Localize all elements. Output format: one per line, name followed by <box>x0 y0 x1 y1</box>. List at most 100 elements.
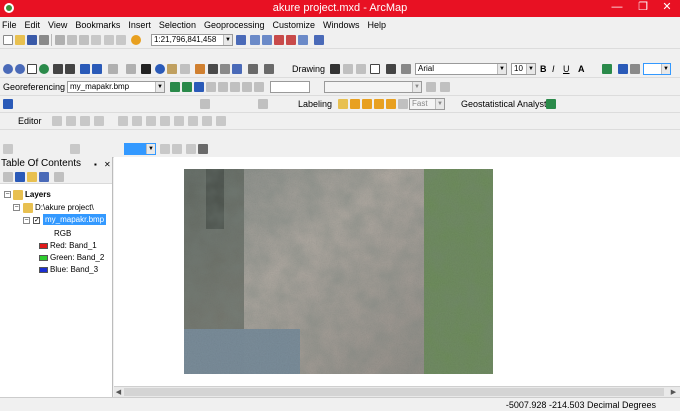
full-extent-icon[interactable] <box>39 64 49 74</box>
delete-icon[interactable] <box>91 35 101 45</box>
georef-layer-combo[interactable]: my_mapakr.bmp ▼ <box>67 81 165 93</box>
print-icon[interactable] <box>39 35 49 45</box>
italic-button[interactable]: I <box>552 64 555 74</box>
scale-georef-icon[interactable] <box>194 82 204 92</box>
identify-raster-icon[interactable] <box>258 99 268 109</box>
maximize-button[interactable]: ❐ <box>632 0 654 17</box>
label-priority-icon[interactable] <box>350 99 360 109</box>
view-link-table-icon[interactable] <box>254 82 264 92</box>
time-slider-icon[interactable] <box>248 64 258 74</box>
add-data-icon[interactable] <box>131 35 141 45</box>
georef-input-field[interactable] <box>270 81 310 93</box>
line-color-icon[interactable] <box>618 64 628 74</box>
scroll-thumb[interactable] <box>124 388 664 396</box>
brightness-icon[interactable] <box>172 144 182 154</box>
swipe-icon[interactable] <box>70 144 80 154</box>
select-arrow-icon[interactable] <box>330 64 340 74</box>
add-control-points-icon[interactable] <box>206 82 216 92</box>
georef-options-icon[interactable] <box>426 82 436 92</box>
contrast-icon[interactable] <box>160 144 170 154</box>
pause-labeling-icon[interactable] <box>386 99 396 109</box>
transformation-combo[interactable]: ▼ <box>324 81 422 93</box>
menu-bookmarks[interactable]: Bookmarks <box>75 20 120 30</box>
map-display[interactable] <box>114 157 680 386</box>
flicker-icon[interactable] <box>198 144 208 154</box>
collapse-layer-icon[interactable]: − <box>23 217 30 224</box>
select-elements-icon[interactable] <box>141 64 151 74</box>
view-unplaced-icon[interactable] <box>398 99 408 109</box>
effects-layer-icon[interactable] <box>3 144 13 154</box>
cut-polygons-icon[interactable] <box>146 116 156 126</box>
menu-insert[interactable]: Insert <box>128 20 151 30</box>
underline-button[interactable]: U <box>563 64 570 74</box>
back-icon[interactable] <box>80 64 90 74</box>
go-to-xy-icon[interactable] <box>232 64 242 74</box>
fixed-zoom-out-icon[interactable] <box>65 64 75 74</box>
new-document-icon[interactable] <box>3 35 13 45</box>
edit-vertices-icon[interactable] <box>118 116 128 126</box>
editor-menu[interactable]: Editor <box>18 116 42 126</box>
label-weight-icon[interactable] <box>362 99 372 109</box>
menu-edit[interactable]: Edit <box>25 20 41 30</box>
zoom-whole-page-icon[interactable] <box>356 64 366 74</box>
reshape-feature-icon[interactable] <box>132 116 142 126</box>
scale-combo[interactable]: 1:21,796,841,458 ▼ <box>151 34 233 46</box>
label-manager-icon[interactable] <box>338 99 348 109</box>
open-folder-icon[interactable] <box>15 35 25 45</box>
zoom-out-icon[interactable] <box>15 64 25 74</box>
list-by-selection-icon[interactable] <box>39 172 49 182</box>
edit-annotation-icon[interactable] <box>66 116 76 126</box>
copy-icon[interactable] <box>67 35 77 45</box>
split-icon[interactable] <box>160 116 170 126</box>
collapse-folder-icon[interactable]: − <box>13 204 20 211</box>
save-icon[interactable] <box>27 35 37 45</box>
horizontal-scrollbar[interactable]: ◀ ▶ <box>114 386 680 397</box>
find-icon[interactable] <box>208 64 218 74</box>
shift-georef-icon[interactable] <box>182 82 192 92</box>
sketch-properties-icon[interactable] <box>202 116 212 126</box>
model-builder-icon[interactable] <box>314 35 324 45</box>
catalog-window-icon[interactable] <box>262 35 272 45</box>
python-window-icon[interactable] <box>298 35 308 45</box>
select-link-icon[interactable] <box>218 82 228 92</box>
pan-icon[interactable] <box>27 64 37 74</box>
rotate-icon[interactable] <box>343 64 353 74</box>
paste-icon[interactable] <box>79 35 89 45</box>
menu-geoprocessing[interactable]: Geoprocessing <box>204 20 265 30</box>
scroll-right-icon[interactable]: ▶ <box>669 388 678 397</box>
find-route-icon[interactable] <box>220 64 230 74</box>
reshape-icon[interactable] <box>200 99 210 109</box>
menu-file[interactable]: File <box>2 20 17 30</box>
measure-icon[interactable] <box>195 64 205 74</box>
drawing-menu[interactable]: Drawing <box>292 64 325 74</box>
attributes-icon[interactable] <box>188 116 198 126</box>
identify-icon[interactable] <box>155 64 165 74</box>
minimize-button[interactable]: — <box>606 0 628 17</box>
arctoolbox-icon[interactable] <box>286 35 296 45</box>
trace-icon[interactable] <box>94 116 104 126</box>
georef-viewer-icon[interactable] <box>440 82 450 92</box>
rotate-feature-icon[interactable] <box>174 116 184 126</box>
list-by-visibility-icon[interactable] <box>27 172 37 182</box>
list-by-source-icon[interactable] <box>15 172 25 182</box>
search-window-icon[interactable] <box>274 35 284 45</box>
list-by-drawing-order-icon[interactable] <box>3 172 13 182</box>
layer-name-label[interactable]: my_mapakr.bmp <box>43 214 107 225</box>
menu-customize[interactable]: Customize <box>273 20 316 30</box>
folder-label[interactable]: D:\akure project\ <box>35 203 94 212</box>
geostat-wizard-icon[interactable] <box>546 99 556 109</box>
font-name-combo[interactable]: Arial ▼ <box>415 63 507 75</box>
rectangle-icon[interactable] <box>370 64 380 74</box>
collapse-layers-icon[interactable]: − <box>4 191 11 198</box>
effects-layer-combo[interactable]: ▼ <box>124 143 156 155</box>
forward-icon[interactable] <box>92 64 102 74</box>
cut-icon[interactable] <box>55 35 65 45</box>
layers-label[interactable]: Layers <box>25 190 51 199</box>
delete-link-icon[interactable] <box>242 82 252 92</box>
georeferencing-menu[interactable]: Georeferencing <box>3 82 65 92</box>
rotate-georef-icon[interactable] <box>170 82 180 92</box>
fixed-zoom-in-icon[interactable] <box>53 64 63 74</box>
font-size-combo[interactable]: 10 ▼ <box>511 63 536 75</box>
menu-help[interactable]: Help <box>368 20 387 30</box>
scroll-left-icon[interactable]: ◀ <box>114 388 123 397</box>
